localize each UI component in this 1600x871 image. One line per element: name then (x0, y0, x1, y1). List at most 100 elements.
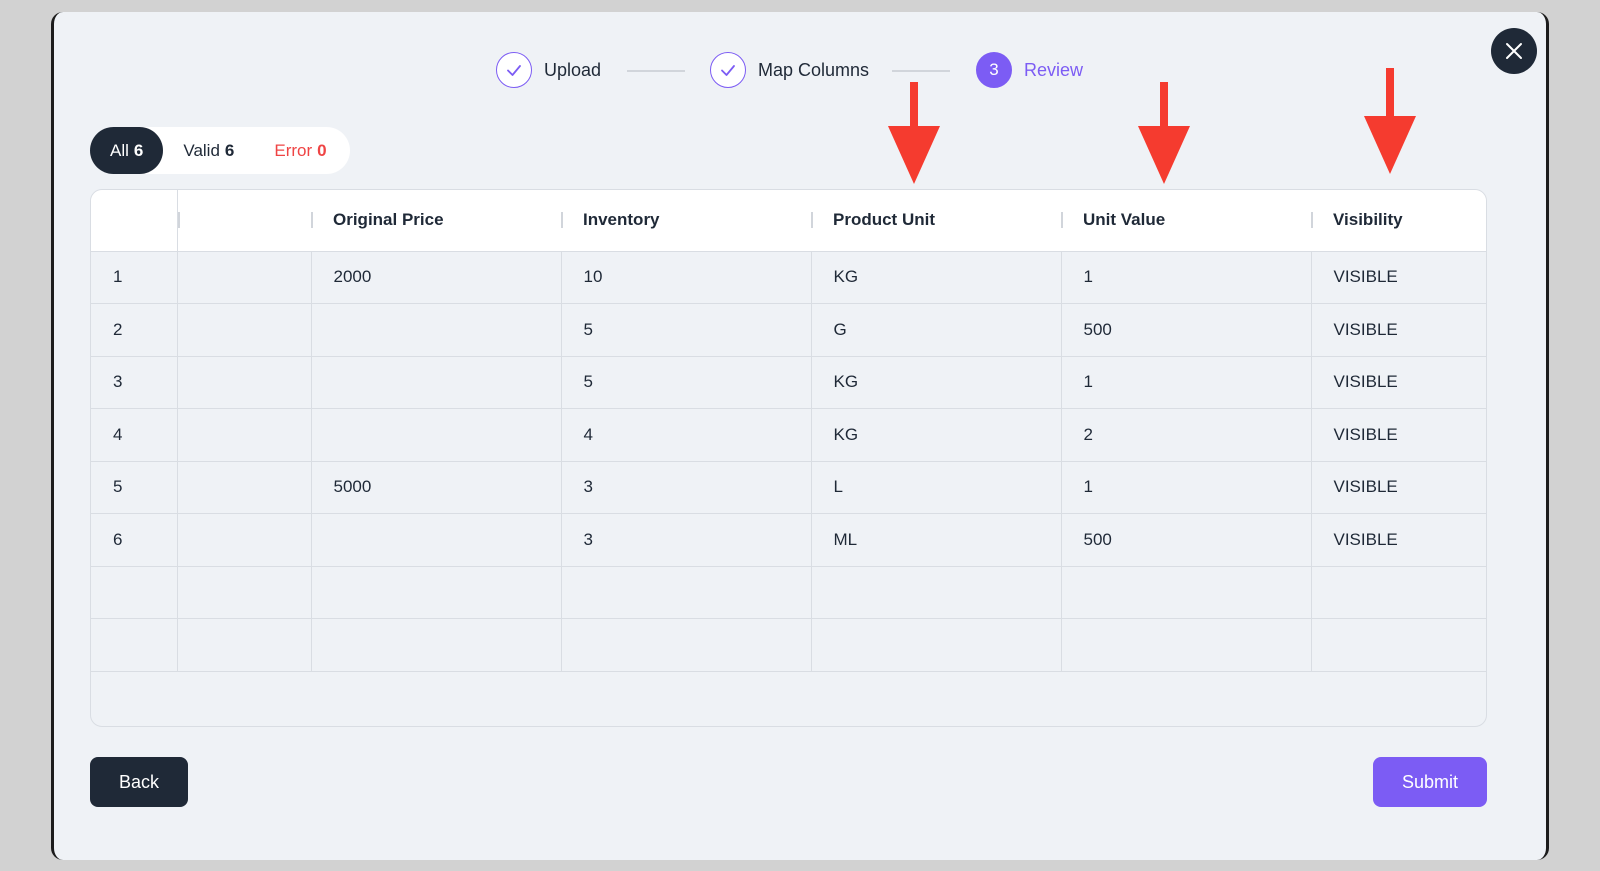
table-cell[interactable] (177, 513, 312, 567)
table-cell[interactable]: 10 (561, 251, 812, 304)
table-row[interactable]: 4 4 KG 2 VISIBLE (91, 408, 1486, 462)
table-cell[interactable]: VISIBLE (1311, 461, 1486, 514)
table-cell[interactable]: VISIBLE (1311, 356, 1486, 409)
table-cell (311, 566, 562, 619)
table-cell[interactable] (177, 356, 312, 409)
column-header-blank[interactable] (177, 190, 311, 252)
step-review-label: Review (1024, 59, 1084, 80)
row-index: 1 (91, 251, 178, 304)
step-connector (892, 70, 950, 72)
table-cell (1311, 566, 1486, 619)
row-index: 2 (91, 303, 178, 357)
row-index: 5 (91, 461, 178, 514)
filter-all-label: All (110, 140, 129, 160)
table-cell (811, 618, 1062, 672)
table-cell (1061, 618, 1312, 672)
table-row[interactable]: 5 5000 3 L 1 VISIBLE (91, 461, 1486, 514)
table-cell[interactable]: G (811, 303, 1062, 357)
review-table-container[interactable]: Original Price Inventory Product Unit Un… (90, 189, 1487, 727)
table-row[interactable]: 3 5 KG 1 VISIBLE (91, 356, 1486, 409)
check-icon (721, 65, 735, 76)
table-cell[interactable]: L (811, 461, 1062, 514)
column-resize-handle[interactable] (561, 212, 563, 228)
table-cell (561, 566, 812, 619)
table-cell[interactable]: ML (811, 513, 1062, 567)
table-cell[interactable]: 5 (561, 303, 812, 357)
step-connector (627, 70, 685, 72)
table-cell[interactable] (177, 461, 312, 514)
table-cell[interactable]: 3 (561, 513, 812, 567)
step-map-columns-circle (710, 52, 746, 88)
review-table: Original Price Inventory Product Unit Un… (91, 190, 1486, 672)
column-resize-handle[interactable] (1061, 212, 1063, 228)
column-resize-handle[interactable] (177, 212, 180, 228)
table-row[interactable]: 6 3 ML 500 VISIBLE (91, 513, 1486, 567)
column-resize-handle[interactable] (311, 212, 313, 228)
table-cell[interactable] (177, 251, 312, 304)
column-header-index (91, 190, 178, 252)
table-cell[interactable]: 5 (561, 356, 812, 409)
step-review-circle: 3 (976, 52, 1012, 88)
submit-button[interactable]: Submit (1373, 757, 1487, 807)
table-header-row: Original Price Inventory Product Unit Un… (91, 190, 1486, 252)
table-cell[interactable]: 3 (561, 461, 812, 514)
table-cell[interactable]: 4 (561, 408, 812, 462)
table-cell[interactable]: 2 (1061, 408, 1312, 462)
filter-error-tab[interactable]: Error 0 (254, 127, 346, 174)
table-cell[interactable]: VISIBLE (1311, 251, 1486, 304)
column-header-unit-value[interactable]: Unit Value (1061, 190, 1311, 252)
table-cell[interactable]: 5000 (311, 461, 562, 514)
table-cell[interactable]: KG (811, 408, 1062, 462)
column-header-visibility[interactable]: Visibility (1311, 190, 1486, 252)
table-row[interactable]: 1 2000 10 KG 1 VISIBLE (91, 251, 1486, 304)
column-header-original-price[interactable]: Original Price (311, 190, 561, 252)
filter-error-label: Error (274, 140, 313, 160)
table-cell[interactable] (177, 303, 312, 357)
column-header-inventory[interactable]: Inventory (561, 190, 811, 252)
table-cell (1311, 618, 1486, 672)
step-upload: Upload (496, 52, 601, 88)
table-row[interactable]: 2 5 G 500 VISIBLE (91, 303, 1486, 357)
filter-error-count: 0 (317, 140, 327, 160)
filter-valid-tab[interactable]: Valid 6 (163, 127, 254, 174)
table-cell[interactable]: 500 (1061, 513, 1312, 567)
table-cell[interactable]: VISIBLE (1311, 408, 1486, 462)
table-cell[interactable]: 500 (1061, 303, 1312, 357)
table-cell[interactable] (177, 408, 312, 462)
filter-all-tab[interactable]: All 6 (90, 127, 164, 174)
table-cell (811, 566, 1062, 619)
row-index: 3 (91, 356, 178, 409)
column-header-product-unit[interactable]: Product Unit (811, 190, 1061, 252)
table-cell[interactable]: VISIBLE (1311, 303, 1486, 357)
arrow-down-icon (1138, 82, 1190, 184)
stepper: Upload Map Columns 3 Review (54, 52, 1546, 88)
table-cell[interactable]: KG (811, 356, 1062, 409)
table-cell (1061, 566, 1312, 619)
arrow-down-icon (1364, 68, 1416, 174)
table-cell[interactable]: 1 (1061, 251, 1312, 304)
row-index (91, 566, 178, 619)
table-row-empty (91, 566, 1486, 619)
arrow-down-icon (888, 82, 940, 184)
step-map-columns: Map Columns (710, 52, 869, 88)
table-cell[interactable] (311, 408, 562, 462)
filter-valid-count: 6 (224, 140, 235, 160)
back-button[interactable]: Back (90, 757, 188, 807)
column-resize-handle[interactable] (811, 212, 813, 228)
table-cell[interactable]: 1 (1061, 461, 1312, 514)
table-cell[interactable]: 2000 (311, 251, 562, 304)
check-icon (507, 65, 521, 76)
table-cell (561, 618, 812, 672)
column-resize-handle[interactable] (1311, 212, 1313, 228)
step-review: 3 Review (976, 52, 1083, 88)
table-cell[interactable] (311, 356, 562, 409)
table-cell[interactable]: VISIBLE (1311, 513, 1486, 567)
status-filter-tabs: All 6 Valid 6 Error 0 (90, 127, 350, 174)
row-index: 6 (91, 513, 178, 567)
table-cell[interactable]: 1 (1061, 356, 1312, 409)
row-index: 4 (91, 408, 178, 462)
step-upload-label: Upload (544, 59, 602, 80)
table-cell[interactable]: KG (811, 251, 1062, 304)
table-cell[interactable] (311, 303, 562, 357)
table-cell[interactable] (311, 513, 562, 567)
